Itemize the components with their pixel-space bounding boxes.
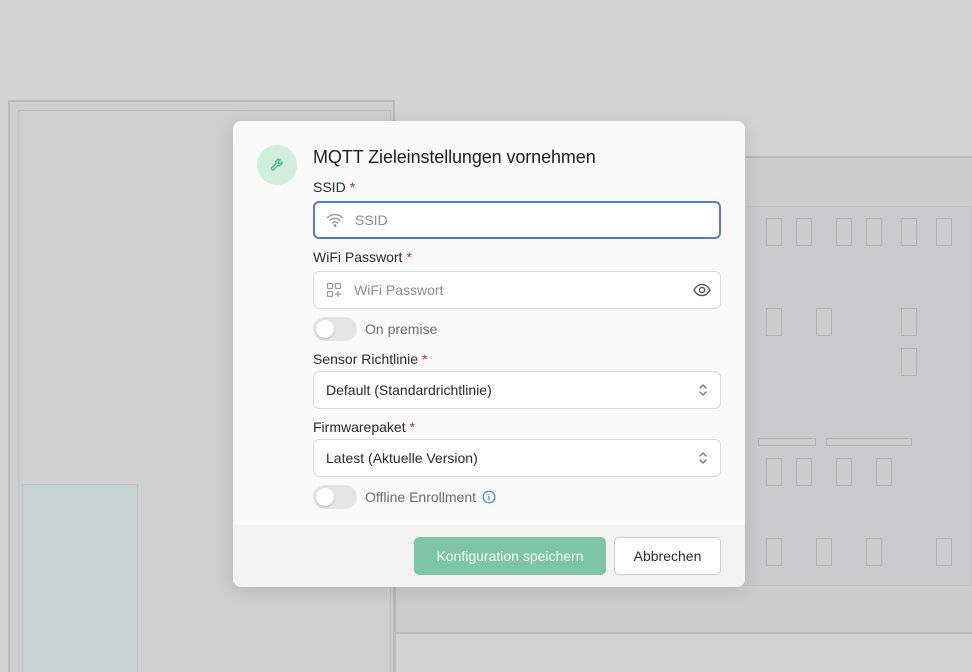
floorplan-room-bottom <box>394 632 972 672</box>
chevron-updown-icon <box>698 382 708 401</box>
floorplan-hall <box>736 206 972 586</box>
offline-enrollment-row: Offline Enrollment <box>313 485 496 509</box>
firmware-value: Latest (Aktuelle Version) <box>326 450 478 466</box>
info-icon[interactable] <box>482 490 496 504</box>
on-premise-toggle[interactable] <box>313 317 357 341</box>
firmware-label: Firmwarepaket * <box>313 419 415 435</box>
sensor-policy-label: Sensor Richtlinie * <box>313 351 428 367</box>
cancel-button[interactable]: Abbrechen <box>614 537 721 575</box>
sensor-policy-select[interactable]: Default (Standardrichtlinie) <box>313 371 721 409</box>
ssid-label: SSID * <box>313 179 355 195</box>
mqtt-settings-dialog: MQTT Zieleinstellungen vornehmen SSID* W… <box>233 121 745 587</box>
save-configuration-button[interactable]: Konfiguration speichern <box>414 537 606 575</box>
sensor-policy-value: Default (Standardrichtlinie) <box>326 382 492 398</box>
wifi-password-label-text: WiFi Passwort <box>313 249 403 265</box>
required-marker: * <box>409 419 416 435</box>
firmware-label-text: Firmwarepaket <box>313 419 406 435</box>
dialog-footer: Konfiguration speichern Abbrechen <box>233 525 745 587</box>
chevron-updown-icon <box>698 450 708 469</box>
on-premise-label: On premise <box>365 321 438 337</box>
ssid-label-text: SSID <box>313 179 346 195</box>
grid-plus-icon <box>314 282 354 298</box>
required-marker: * <box>406 249 412 265</box>
wrench-icon <box>257 145 297 185</box>
required-marker: * <box>349 179 356 195</box>
wifi-password-label: WiFi Passwort * <box>313 249 412 265</box>
required-marker: * <box>422 351 428 367</box>
wifi-icon <box>315 212 355 228</box>
offline-enrollment-toggle[interactable] <box>313 485 357 509</box>
offline-enrollment-label: Offline Enrollment <box>365 489 477 505</box>
ssid-field[interactable] <box>313 201 721 239</box>
sensor-policy-label-text: Sensor Richtlinie <box>313 351 419 367</box>
wifi-password-input[interactable] <box>354 272 684 308</box>
on-premise-row: On premise <box>313 317 437 341</box>
ssid-input[interactable] <box>355 203 719 237</box>
dialog-title: MQTT Zieleinstellungen vornehmen <box>313 147 596 167</box>
wifi-password-field[interactable] <box>313 271 721 309</box>
floorplan-zone-highlight <box>22 484 138 672</box>
firmware-select[interactable]: Latest (Aktuelle Version) <box>313 439 721 477</box>
eye-icon[interactable] <box>684 283 720 297</box>
